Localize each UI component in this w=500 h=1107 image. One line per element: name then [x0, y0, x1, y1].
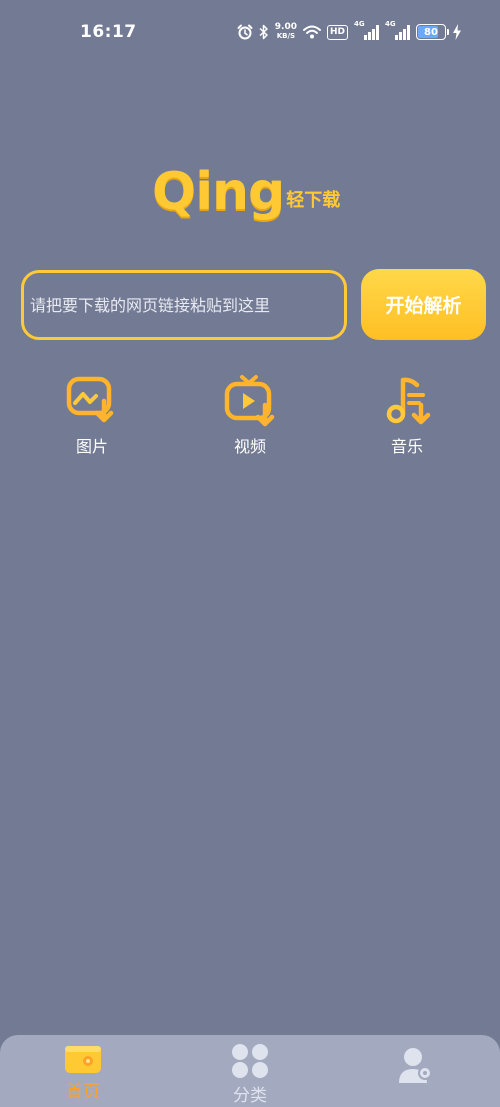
wifi-icon — [302, 25, 321, 39]
nav-categories-label: 分类 — [233, 1086, 267, 1106]
logo-subtitle: 轻下载 — [286, 190, 341, 211]
shortcut-videos-label: 视频 — [233, 437, 266, 456]
hd-badge: HD — [326, 24, 348, 40]
cell-signal-2: 4G — [385, 20, 410, 40]
bottom-nav: 首页 分类 — [0, 1035, 500, 1107]
status-icons: 9.00 KB/S HD 4G 4G 80 — [237, 20, 462, 44]
status-time: 16:17 — [80, 22, 137, 42]
net-speed-value: 9.00 — [274, 22, 297, 32]
nav-home-label: 首页 — [66, 1082, 100, 1102]
cell-signal-1: 4G — [354, 20, 379, 40]
nav-home[interactable]: 首页 — [38, 1043, 128, 1107]
charging-bolt-icon — [453, 24, 461, 40]
alarm-icon — [237, 24, 253, 40]
grid-four-icon — [232, 1044, 268, 1078]
image-download-icon — [66, 376, 114, 423]
home-wallet-icon — [65, 1046, 101, 1073]
shortcut-music[interactable]: 音乐 — [367, 373, 447, 457]
app-screen: 16:17 9.00 KB/S HD 4G 4G 80 Qing 轻下载 请把要… — [0, 0, 500, 1107]
cell-signal-1-label: 4G — [354, 20, 365, 28]
nav-categories[interactable]: 分类 — [205, 1043, 295, 1107]
user-gear-icon — [399, 1048, 432, 1083]
start-parse-button[interactable]: 开始解析 — [361, 269, 486, 340]
bluetooth-icon — [259, 24, 268, 40]
net-speed: 9.00 KB/S — [275, 23, 297, 41]
cell-signal-2-label: 4G — [385, 20, 396, 28]
logo-wordmark: Qing — [152, 162, 285, 222]
nav-profile[interactable] — [370, 1043, 460, 1107]
tv-play-download-icon — [224, 375, 275, 427]
net-speed-unit: KB/S — [276, 32, 296, 40]
shortcut-videos[interactable]: 视频 — [210, 373, 290, 457]
status-bar: 16:17 9.00 KB/S HD 4G 4G 80 — [0, 0, 500, 64]
battery-level: 80 — [424, 26, 438, 38]
app-logo: Qing 轻下载 — [152, 152, 340, 222]
music-note-download-icon — [386, 377, 431, 425]
battery-indicator: 80 — [416, 24, 449, 40]
shortcut-music-label: 音乐 — [390, 437, 423, 456]
shortcut-images[interactable]: 图片 — [52, 373, 132, 457]
shortcut-images-label: 图片 — [75, 437, 108, 456]
url-input[interactable] — [21, 270, 347, 340]
